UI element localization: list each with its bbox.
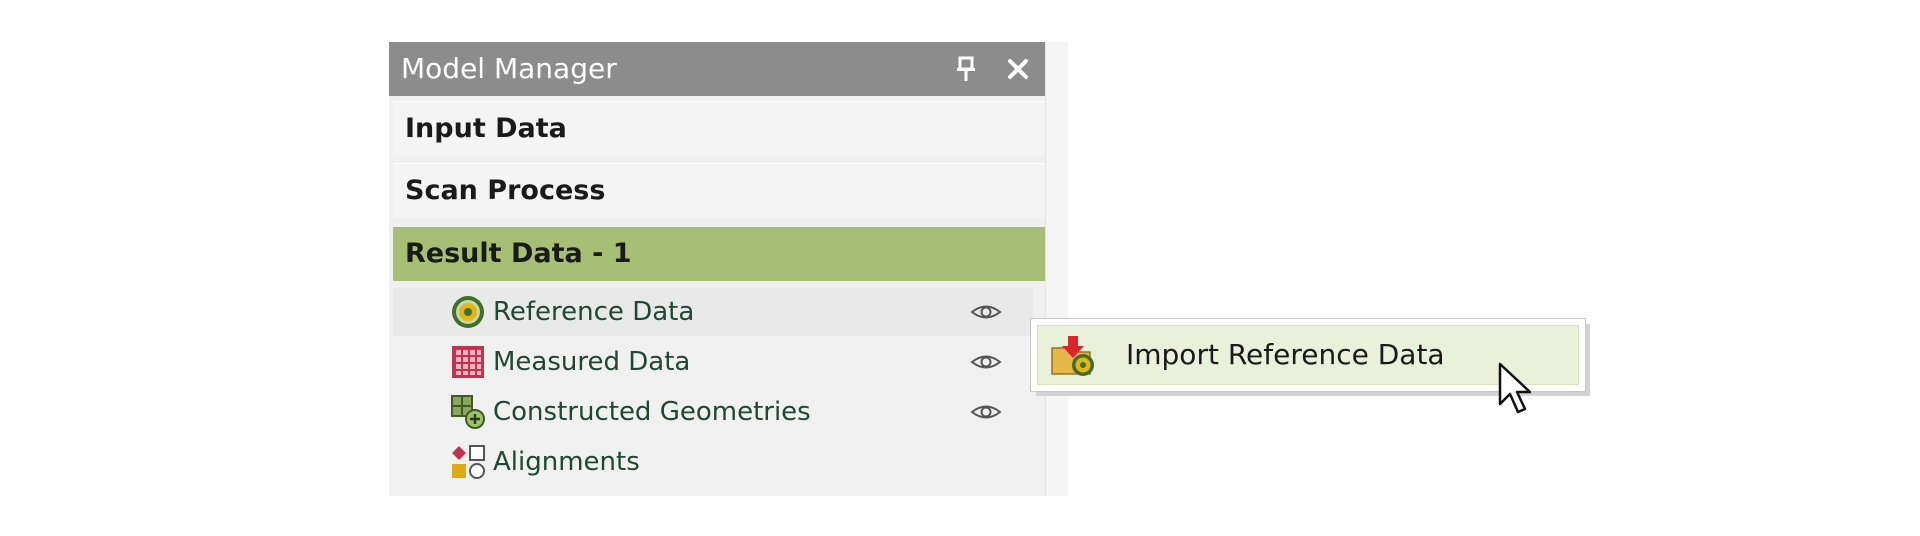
alignments-icon <box>450 444 486 480</box>
section-scan-process[interactable]: Scan Process <box>393 163 1048 218</box>
tree-item-reference-data[interactable]: Reference Data <box>393 288 1033 336</box>
section-label: Input Data <box>405 113 567 144</box>
menu-item-label: Import Reference Data <box>1126 338 1445 371</box>
measured-data-icon <box>450 344 486 380</box>
tree-item-constructed-geometries[interactable]: Constructed Geometries <box>393 388 1033 436</box>
tree-item-label: Measured Data <box>493 347 691 377</box>
import-reference-data-icon <box>1050 334 1098 378</box>
tree-item-label: Constructed Geometries <box>493 397 811 427</box>
section-label: Scan Process <box>405 175 606 206</box>
close-icon[interactable] <box>1001 52 1035 86</box>
partial-item-icon <box>450 494 486 496</box>
panel-titlebar: Model Manager <box>389 42 1056 96</box>
constructed-geometries-icon <box>450 394 486 430</box>
tree-item-label: Reference Data <box>493 297 695 327</box>
tree-item-partial <box>393 488 1033 496</box>
model-manager-panel: Model Manager Input Data Scan Process Re… <box>389 42 1056 496</box>
reference-data-icon <box>450 294 486 330</box>
tree-item-measured-data[interactable]: Measured Data <box>393 338 1033 386</box>
tree-item-alignments[interactable]: Alignments <box>393 438 1033 486</box>
section-label: Result Data - 1 <box>405 238 632 269</box>
tree-item-label: Alignments <box>493 447 640 477</box>
section-result-data[interactable]: Result Data - 1 <box>393 227 1048 281</box>
mouse-cursor-icon <box>1498 362 1534 418</box>
eye-icon[interactable] <box>969 350 1003 374</box>
panel-title: Model Manager <box>401 52 617 85</box>
pin-icon[interactable] <box>949 52 983 86</box>
eye-icon[interactable] <box>969 400 1003 424</box>
eye-icon[interactable] <box>969 300 1003 324</box>
section-input-data[interactable]: Input Data <box>393 101 1048 156</box>
panel-right-edge <box>1045 42 1068 496</box>
